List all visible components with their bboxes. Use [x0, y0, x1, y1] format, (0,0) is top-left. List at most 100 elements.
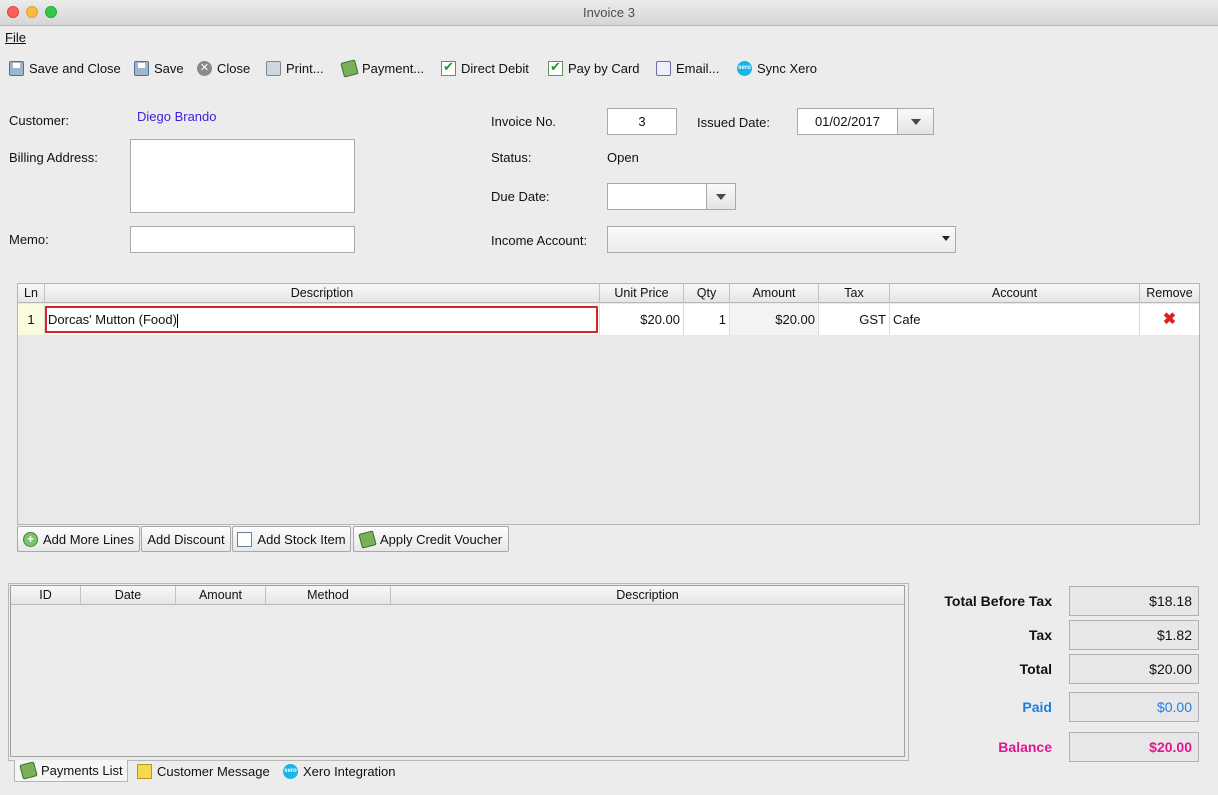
- tab-customer-message[interactable]: Customer Message: [131, 760, 274, 782]
- cell-unit-price[interactable]: $20.00: [600, 304, 684, 335]
- plus-circle-icon: +: [22, 531, 38, 547]
- add-more-lines-label: Add More Lines: [42, 531, 135, 547]
- pay-by-card-label: Pay by Card: [568, 60, 640, 76]
- description-editor[interactable]: Dorcas' Mutton (Food): [45, 306, 598, 333]
- floppy-disk-icon: [134, 60, 149, 76]
- column-header-amount[interactable]: Amount: [176, 586, 266, 605]
- cell-description[interactable]: Dorcas' Mutton (Food): [45, 304, 600, 335]
- invoice-no-label: Invoice No.: [491, 114, 557, 129]
- email-button[interactable]: Email...: [656, 58, 719, 78]
- column-header-description[interactable]: Description: [45, 284, 600, 303]
- text-caret: [176, 313, 178, 328]
- total-label: Total: [1019, 661, 1052, 677]
- save-and-close-button[interactable]: Save and Close: [9, 58, 121, 78]
- email-label: Email...: [676, 60, 720, 76]
- column-header-method[interactable]: Method: [266, 586, 391, 605]
- xero-icon: xero: [283, 763, 298, 779]
- balance-value: $20.00: [1069, 732, 1199, 762]
- sync-xero-button[interactable]: xero Sync Xero: [737, 58, 817, 78]
- column-header-unit-price[interactable]: Unit Price: [600, 284, 684, 303]
- column-header-amount[interactable]: Amount: [730, 284, 819, 303]
- money-icon: [19, 761, 38, 780]
- floppy-disk-icon: [9, 60, 24, 76]
- tab-xero-integration-label: Xero Integration: [303, 763, 396, 779]
- status-value: Open: [607, 150, 639, 165]
- total-before-tax-label: Total Before Tax: [944, 593, 1052, 609]
- checkmark-icon: [441, 59, 456, 76]
- cell-tax[interactable]: GST: [819, 304, 890, 335]
- tax-label: Tax: [1028, 627, 1052, 643]
- close-label: Close: [217, 60, 251, 76]
- apply-credit-voucher-label: Apply Credit Voucher: [379, 531, 503, 547]
- issued-date-field[interactable]: 01/02/2017: [797, 108, 898, 135]
- cell-remove: ✖: [1140, 304, 1199, 335]
- paid-value: $0.00: [1069, 692, 1199, 722]
- remove-line-icon[interactable]: ✖: [1163, 311, 1176, 328]
- payment-label: Payment...: [362, 60, 425, 76]
- pay-by-card-button[interactable]: Pay by Card: [548, 58, 640, 78]
- due-date-field[interactable]: [607, 183, 707, 210]
- due-date-dropdown-button[interactable]: [706, 183, 736, 210]
- payments-table: ID Date Amount Method Description: [10, 585, 905, 757]
- tab-payments-list[interactable]: Payments List: [14, 760, 128, 782]
- xero-icon: xero: [737, 60, 752, 76]
- tab-payments-list-label: Payments List: [41, 763, 123, 778]
- column-header-qty[interactable]: Qty: [684, 284, 730, 303]
- tab-xero-integration[interactable]: xero Xero Integration: [277, 760, 403, 782]
- issued-date-label: Issued Date:: [697, 115, 770, 130]
- add-more-lines-button[interactable]: + Add More Lines: [17, 526, 140, 552]
- cell-qty[interactable]: 1: [684, 304, 730, 335]
- direct-debit-label: Direct Debit: [461, 60, 529, 76]
- money-icon: [358, 529, 377, 549]
- tab-customer-message-label: Customer Message: [157, 763, 270, 779]
- print-button[interactable]: Print...: [266, 58, 324, 78]
- sync-xero-label: Sync Xero: [757, 60, 817, 76]
- billing-address-field[interactable]: [130, 139, 355, 213]
- window-title: Invoice 3: [582, 5, 636, 20]
- column-header-id[interactable]: ID: [11, 586, 81, 605]
- due-date-label: Due Date:: [491, 189, 550, 204]
- total-value: $20.00: [1069, 654, 1199, 684]
- invoice-no-field[interactable]: 3: [607, 108, 677, 135]
- total-before-tax-value: $18.18: [1069, 586, 1199, 616]
- memo-field[interactable]: [130, 226, 355, 253]
- direct-debit-button[interactable]: Direct Debit: [441, 58, 529, 78]
- balance-label: Balance: [998, 739, 1052, 755]
- customer-link[interactable]: Diego Brando: [137, 109, 217, 124]
- description-text: Dorcas' Mutton (Food): [48, 312, 177, 327]
- save-label: Save: [154, 60, 184, 76]
- printer-icon: [266, 60, 281, 76]
- column-header-description[interactable]: Description: [391, 586, 904, 605]
- invoice-lines-table: Ln Description Unit Price Qty Amount Tax…: [17, 283, 1200, 525]
- column-header-date[interactable]: Date: [81, 586, 176, 605]
- menu-file[interactable]: File: [5, 30, 26, 45]
- title-bar: Invoice 3: [0, 0, 1218, 26]
- envelope-icon: [656, 60, 671, 76]
- status-label: Status:: [491, 150, 532, 165]
- close-button[interactable]: ✕ Close: [197, 58, 250, 78]
- toolbar: Save and Close Save ✕ Close Print... Pay…: [0, 52, 1218, 80]
- cell-account[interactable]: Cafe: [890, 304, 1140, 335]
- save-button[interactable]: Save: [134, 58, 184, 78]
- add-stock-item-button[interactable]: Add Stock Item: [232, 526, 351, 552]
- column-header-tax[interactable]: Tax: [819, 284, 890, 303]
- apply-credit-voucher-button[interactable]: Apply Credit Voucher: [353, 526, 509, 552]
- chevron-down-icon: [716, 193, 726, 200]
- column-header-account[interactable]: Account: [890, 284, 1140, 303]
- document-icon: [237, 531, 253, 547]
- income-account-select[interactable]: [607, 226, 956, 253]
- print-label: Print...: [286, 60, 324, 76]
- column-header-ln[interactable]: Ln: [18, 284, 45, 303]
- menu-bar: File: [0, 27, 1218, 48]
- cell-ln: 1: [18, 304, 45, 335]
- add-discount-button[interactable]: Add Discount: [141, 526, 231, 552]
- money-icon: [340, 58, 359, 78]
- column-header-remove[interactable]: Remove: [1140, 284, 1199, 303]
- sticky-note-icon: [137, 763, 152, 779]
- income-account-label: Income Account:: [491, 233, 588, 248]
- paid-label: Paid: [1022, 699, 1052, 715]
- issued-date-dropdown-button[interactable]: [897, 108, 934, 135]
- add-stock-item-label: Add Stock Item: [257, 531, 346, 547]
- payment-button[interactable]: Payment...: [340, 58, 425, 78]
- dropdown-arrow-icon: [942, 236, 950, 241]
